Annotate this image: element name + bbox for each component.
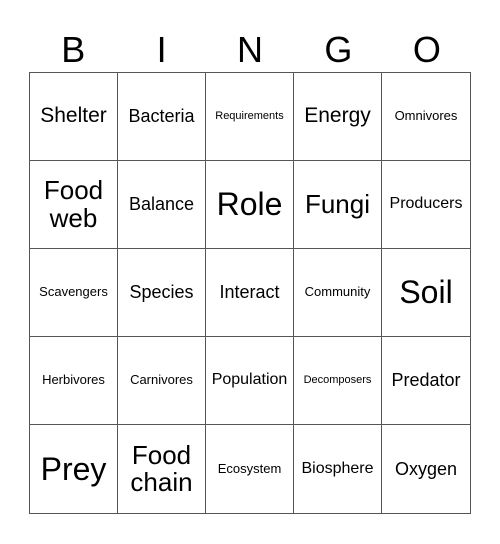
bingo-cell[interactable]: Producers (382, 161, 470, 249)
bingo-cell[interactable]: Soil (382, 249, 470, 337)
header-letter-b: B (61, 29, 86, 70)
header-letter-o: O (412, 29, 441, 70)
bingo-cell[interactable]: Shelter (30, 73, 118, 161)
bingo-cell[interactable]: Oxygen (382, 425, 470, 513)
bingo-cell[interactable]: Balance (118, 161, 206, 249)
bingo-cell[interactable]: Predator (382, 337, 470, 425)
bingo-header: B I N G O (29, 28, 471, 72)
bingo-cell[interactable]: Omnivores (382, 73, 470, 161)
bingo-cell[interactable]: Energy (294, 73, 382, 161)
bingo-cell[interactable]: Prey (30, 425, 118, 513)
bingo-cell[interactable]: Role (206, 161, 294, 249)
bingo-cell[interactable]: Ecosystem (206, 425, 294, 513)
bingo-cell[interactable]: Interact (206, 249, 294, 337)
bingo-grid: Shelter Bacteria Requirements Energy Omnivor… (29, 72, 471, 514)
bingo-cell[interactable]: Biosphere (294, 425, 382, 513)
bingo-cell[interactable]: Food chain (118, 425, 206, 513)
header-letter-i: I (156, 29, 167, 70)
bingo-cell[interactable]: Fungi (294, 161, 382, 249)
bingo-cell[interactable]: Decomposers (294, 337, 382, 425)
bingo-cell[interactable]: Requirements (206, 73, 294, 161)
bingo-cell[interactable]: Population (206, 337, 294, 425)
header-letter-n: N (237, 29, 264, 70)
bingo-cell[interactable]: Scavengers (30, 249, 118, 337)
bingo-cell[interactable]: Food web (30, 161, 118, 249)
bingo-cell[interactable]: Herbivores (30, 337, 118, 425)
bingo-cell[interactable]: Bacteria (118, 73, 206, 161)
header-letter-g: G (324, 29, 353, 70)
bingo-cell[interactable]: Community (294, 249, 382, 337)
bingo-cell[interactable]: Carnivores (118, 337, 206, 425)
bingo-cell[interactable]: Species (118, 249, 206, 337)
